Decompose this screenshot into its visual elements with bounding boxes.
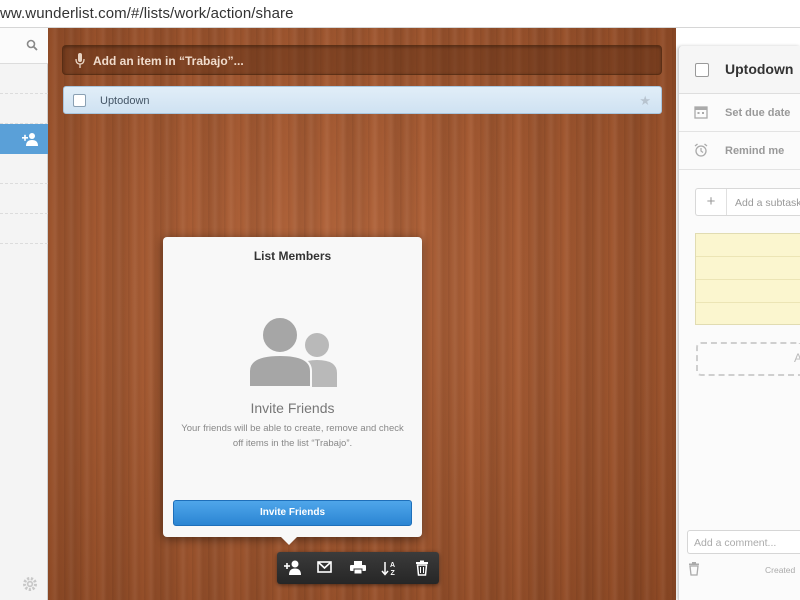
list-members-popup: List Members Invite Friends Your friends… <box>163 237 422 545</box>
invite-friends-button[interactable]: Invite Friends <box>173 500 412 526</box>
task-title: Uptodown <box>100 95 150 107</box>
sidebar-list-item[interactable] <box>0 214 48 244</box>
invite-heading: Invite Friends <box>250 400 335 416</box>
trash-icon[interactable] <box>687 562 701 576</box>
list-toolbar: A Z <box>277 552 439 584</box>
sidebar-list-item[interactable] <box>0 184 48 214</box>
search-icon[interactable] <box>26 39 38 51</box>
add-user-icon <box>22 133 38 146</box>
email-icon <box>317 561 332 573</box>
task-checkbox[interactable] <box>73 94 86 107</box>
due-date-row[interactable]: Set due date <box>679 94 800 132</box>
add-member-icon <box>284 560 301 575</box>
print-list-button[interactable] <box>342 552 374 584</box>
delete-list-button[interactable] <box>406 552 438 584</box>
print-icon <box>350 561 366 575</box>
sidebar-list-item[interactable] <box>0 94 48 124</box>
invite-description: Your friends will be able to create, rem… <box>181 423 404 449</box>
url-text[interactable]: ww.wunderlist.com/#/lists/work/action/sh… <box>0 5 294 22</box>
reminder-row[interactable]: Remind me <box>679 132 800 170</box>
sidebar-list-item[interactable] <box>0 154 48 184</box>
sidebar-item-active[interactable] <box>0 124 48 154</box>
reminder-label: Remind me <box>725 145 785 157</box>
sort-icon: A Z <box>381 562 396 576</box>
sidebar-list-item[interactable] <box>0 64 48 94</box>
sidebar-search[interactable] <box>0 28 48 64</box>
add-item-input[interactable]: Add an item in “Trabajo”... <box>62 45 662 75</box>
microphone-icon[interactable] <box>75 53 85 69</box>
share-list-button[interactable] <box>277 552 309 584</box>
note-area[interactable] <box>695 233 800 325</box>
calendar-icon <box>694 106 708 119</box>
sort-list-button[interactable]: A Z <box>374 552 406 584</box>
created-label: Created <box>765 565 796 575</box>
comment-placeholder: Add a comment... <box>694 537 777 549</box>
gear-icon[interactable] <box>22 576 38 592</box>
file-upload-area[interactable]: A <box>696 342 800 376</box>
detail-checkbox[interactable] <box>695 63 709 77</box>
detail-task-title[interactable]: Uptodown <box>725 61 793 77</box>
star-icon[interactable]: ★ <box>639 93 651 109</box>
alarm-clock-icon <box>694 143 708 157</box>
comment-input[interactable]: Add a comment... <box>687 530 800 554</box>
plus-icon[interactable]: + <box>696 189 727 215</box>
email-list-button[interactable] <box>309 552 341 584</box>
task-row[interactable]: Uptodown ★ <box>63 86 662 114</box>
svg-text:A: A <box>390 562 395 569</box>
task-detail-panel: Uptodown Set due date Remind me + Add a … <box>678 46 800 600</box>
sidebar <box>0 28 48 600</box>
svg-text:Z: Z <box>391 570 396 576</box>
subtask-placeholder: Add a subtask <box>735 197 800 209</box>
subtask-input[interactable]: + Add a subtask <box>695 188 800 216</box>
upload-label: A <box>794 351 800 365</box>
friends-icon <box>248 316 337 387</box>
trash-icon <box>416 560 428 576</box>
due-date-label: Set due date <box>725 107 791 119</box>
address-bar[interactable]: ww.wunderlist.com/#/lists/work/action/sh… <box>0 0 800 28</box>
popup-title: List Members <box>253 249 332 263</box>
add-item-placeholder: Add an item in “Trabajo”... <box>93 54 244 68</box>
detail-header: Uptodown <box>679 46 800 94</box>
